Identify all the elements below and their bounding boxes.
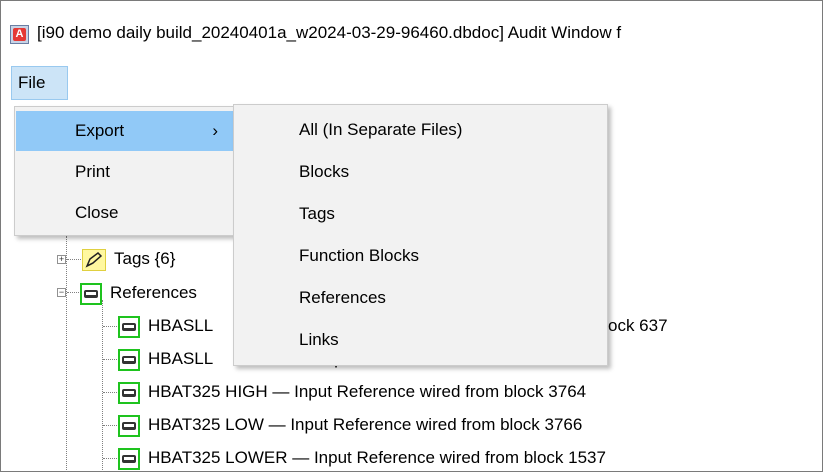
submenu-item-links[interactable]: Links <box>235 319 606 361</box>
submenu-item-function-blocks[interactable]: Function Blocks <box>235 235 606 277</box>
tree-node-references[interactable]: References <box>80 276 197 310</box>
menu-item-export[interactable]: Export › <box>16 111 236 151</box>
reference-row-text: HBAT325 LOW — Input Reference wired from… <box>148 415 583 434</box>
export-submenu: All (In Separate Files) Blocks Tags Func… <box>233 104 608 366</box>
tree-guide-line <box>103 392 117 393</box>
reference-icon <box>118 315 140 338</box>
reference-icon <box>80 282 102 305</box>
tree-row-reference[interactable]: HBAT325 LOW — Input Reference wired from… <box>118 408 582 442</box>
tree-row-reference[interactable]: HBASLL <box>118 309 213 343</box>
reference-row-tail: ock 637 <box>608 316 668 335</box>
submenu-item-references[interactable]: References <box>235 277 606 319</box>
menu-bar: File <box>1 66 822 100</box>
menu-item-close[interactable]: Close <box>16 193 236 233</box>
tags-expander[interactable]: + <box>57 255 66 264</box>
app-icon[interactable]: A <box>10 25 29 44</box>
tree-guide-line <box>103 359 117 360</box>
submenu-item-blocks[interactable]: Blocks <box>235 151 606 193</box>
file-dropdown-menu: Export › Print Close <box>14 106 238 236</box>
tree-row-reference[interactable]: HBAT325 LOWER — Input Reference wired fr… <box>118 441 606 475</box>
app-icon-letter: A <box>13 28 26 41</box>
tree-row-reference[interactable]: HBASLL <box>118 342 213 376</box>
tree-guide-line <box>103 326 117 327</box>
tree-guide-line <box>103 458 117 459</box>
reference-row-text: HBAT325 LOWER — Input Reference wired fr… <box>148 448 606 467</box>
tree-guide-line <box>66 236 67 472</box>
file-menu[interactable]: File <box>11 66 68 100</box>
submenu-item-all-separate-files[interactable]: All (In Separate Files) <box>235 109 606 151</box>
reference-icon <box>118 414 140 437</box>
tag-pencil-icon <box>82 248 106 271</box>
reference-row-text: HBAT325 HIGH — Input Reference wired fro… <box>148 382 587 401</box>
references-label: References <box>110 283 197 302</box>
reference-icon <box>118 381 140 404</box>
submenu-item-tags[interactable]: Tags <box>235 193 606 235</box>
reference-icon <box>118 447 140 470</box>
references-expander[interactable]: − <box>57 288 66 297</box>
reference-row-text: HBASLL <box>148 349 214 368</box>
reference-icon <box>118 348 140 371</box>
chevron-right-icon: › <box>212 121 218 140</box>
menu-item-export-label: Export <box>75 121 125 140</box>
tree-guide-line <box>67 259 81 260</box>
window-title: [i90 demo daily build_20240401a_w2024-03… <box>37 23 622 42</box>
tags-label: Tags {6} <box>114 249 176 268</box>
title-bar: A [i90 demo daily build_20240401a_w2024-… <box>1 1 822 65</box>
reference-row-text: HBASLL <box>148 316 214 335</box>
tree-guide-line <box>103 425 117 426</box>
menu-item-print[interactable]: Print <box>16 152 236 192</box>
tree-guide-line <box>67 292 79 293</box>
tree-node-tags[interactable]: Tags {6} <box>82 242 175 276</box>
tree-row-reference[interactable]: HBAT325 HIGH — Input Reference wired fro… <box>118 375 586 409</box>
